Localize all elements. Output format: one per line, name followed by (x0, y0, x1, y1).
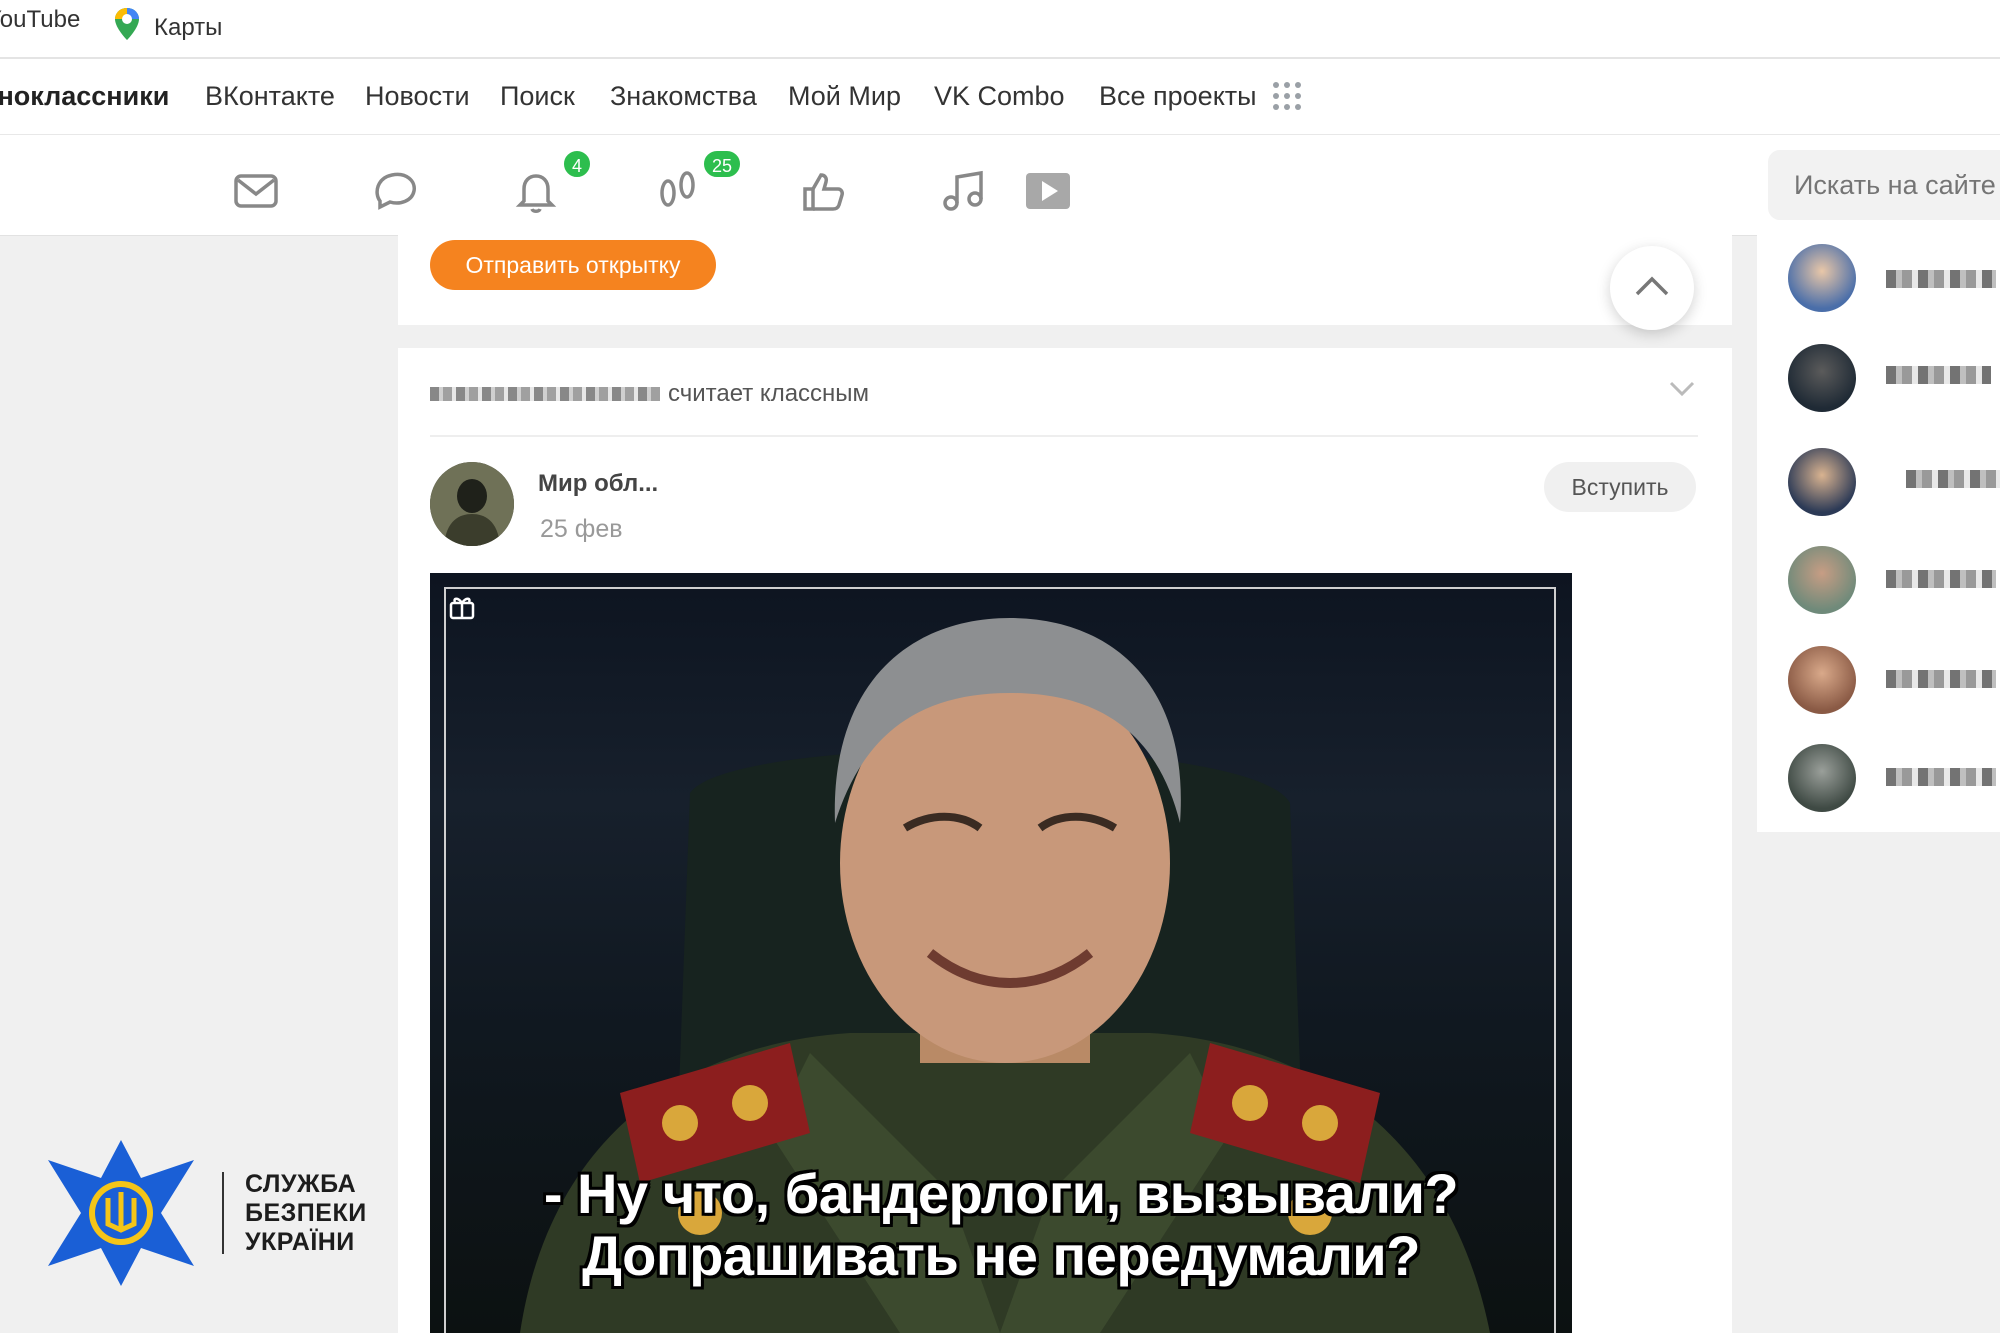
sbu-line-1: СЛУЖБА (245, 1170, 357, 1198)
nav-search[interactable]: Поиск (500, 81, 575, 112)
sbu-wordmark: СЛУЖБА БЕЗПЕКИ УКРАЇНИ (245, 1170, 367, 1257)
bookmark-maps[interactable]: Карты (112, 6, 222, 49)
main-toolbar: 4 25 (0, 135, 2000, 236)
video-play-icon[interactable] (1020, 163, 1076, 219)
redacted-friend-name (1886, 366, 1991, 384)
join-group-button[interactable]: Вступить (1544, 462, 1696, 512)
chat-bubbles-icon[interactable] (368, 163, 424, 219)
bookmark-youtube-label: YouTube (0, 6, 81, 33)
nav-dating[interactable]: Знакомства (610, 81, 757, 112)
nav-all-projects[interactable]: Все проекты (1099, 81, 1257, 112)
liked-by-line: считает классным (430, 380, 869, 408)
guests-badge: 25 (702, 149, 743, 179)
sbu-line-2: БЕЗПЕКИ (245, 1199, 367, 1227)
redacted-friend-name (1886, 570, 1996, 588)
friend-avatar[interactable] (1788, 344, 1856, 412)
send-postcard-button[interactable]: Отправить открытку (430, 240, 716, 290)
redacted-user-name (430, 387, 660, 401)
group-avatar[interactable] (430, 462, 514, 546)
chevron-down-icon[interactable] (1668, 380, 1696, 403)
friend-avatar[interactable] (1788, 546, 1856, 614)
liked-suffix: считает классным (668, 380, 870, 407)
friends-online-panel (1757, 235, 2000, 832)
card-divider (430, 435, 1698, 437)
friend-avatar[interactable] (1788, 744, 1856, 812)
nav-news[interactable]: Новости (365, 81, 470, 112)
redacted-friend-name (1886, 768, 1996, 786)
logo-separator (222, 1172, 224, 1254)
apps-grid-icon[interactable] (1272, 81, 1302, 116)
meme-caption-line-2: Допрашивать не передумали? (582, 1224, 1420, 1287)
nav-vkontakte[interactable]: ВКонтакте (205, 81, 335, 112)
redacted-friend-name (1886, 270, 1996, 288)
meme-caption-line-1: - Ну что, бандерлоги, вызывали? (543, 1162, 1459, 1225)
nav-my-world[interactable]: Мой Мир (788, 81, 901, 112)
site-search-input[interactable] (1768, 150, 2000, 220)
sbu-line-3: УКРАЇНИ (245, 1228, 355, 1256)
bell-icon[interactable] (508, 163, 564, 219)
portal-nav: Одноклассники ВКонтакте Новости Поиск Зн… (0, 59, 2000, 135)
notifications-badge: 4 (562, 149, 593, 179)
bookmarks-bar: YouTube Карты (0, 0, 2000, 59)
bookmark-maps-label: Карты (154, 13, 223, 41)
friend-avatar[interactable] (1788, 646, 1856, 714)
gift-icon[interactable] (448, 593, 476, 626)
envelope-icon[interactable] (228, 163, 284, 219)
meme-caption: - Ну что, бандерлоги, вызывали? Допрашив… (430, 1163, 1572, 1287)
scroll-up-button[interactable] (1610, 246, 1694, 330)
friend-avatar[interactable] (1788, 448, 1856, 516)
redacted-friend-name (1906, 470, 2000, 488)
nav-vk-combo[interactable]: VK Combo (934, 81, 1065, 112)
maps-pin-icon (112, 6, 142, 49)
post-image[interactable]: - Ну что, бандерлоги, вызывали? Допрашив… (430, 573, 1572, 1333)
site-title[interactable]: Одноклассники (0, 81, 169, 112)
group-name[interactable]: Мир обл... (538, 470, 658, 498)
bookmark-youtube[interactable]: YouTube (0, 6, 80, 34)
chevron-up-icon (1634, 275, 1670, 302)
post-date: 25 фев (540, 515, 623, 543)
sbu-emblem-icon (48, 1140, 194, 1286)
music-note-icon[interactable] (935, 163, 991, 219)
redacted-friend-name (1886, 670, 1996, 688)
thumbs-up-icon[interactable] (795, 163, 851, 219)
footprints-icon[interactable] (650, 163, 706, 219)
friend-avatar[interactable] (1788, 244, 1856, 312)
